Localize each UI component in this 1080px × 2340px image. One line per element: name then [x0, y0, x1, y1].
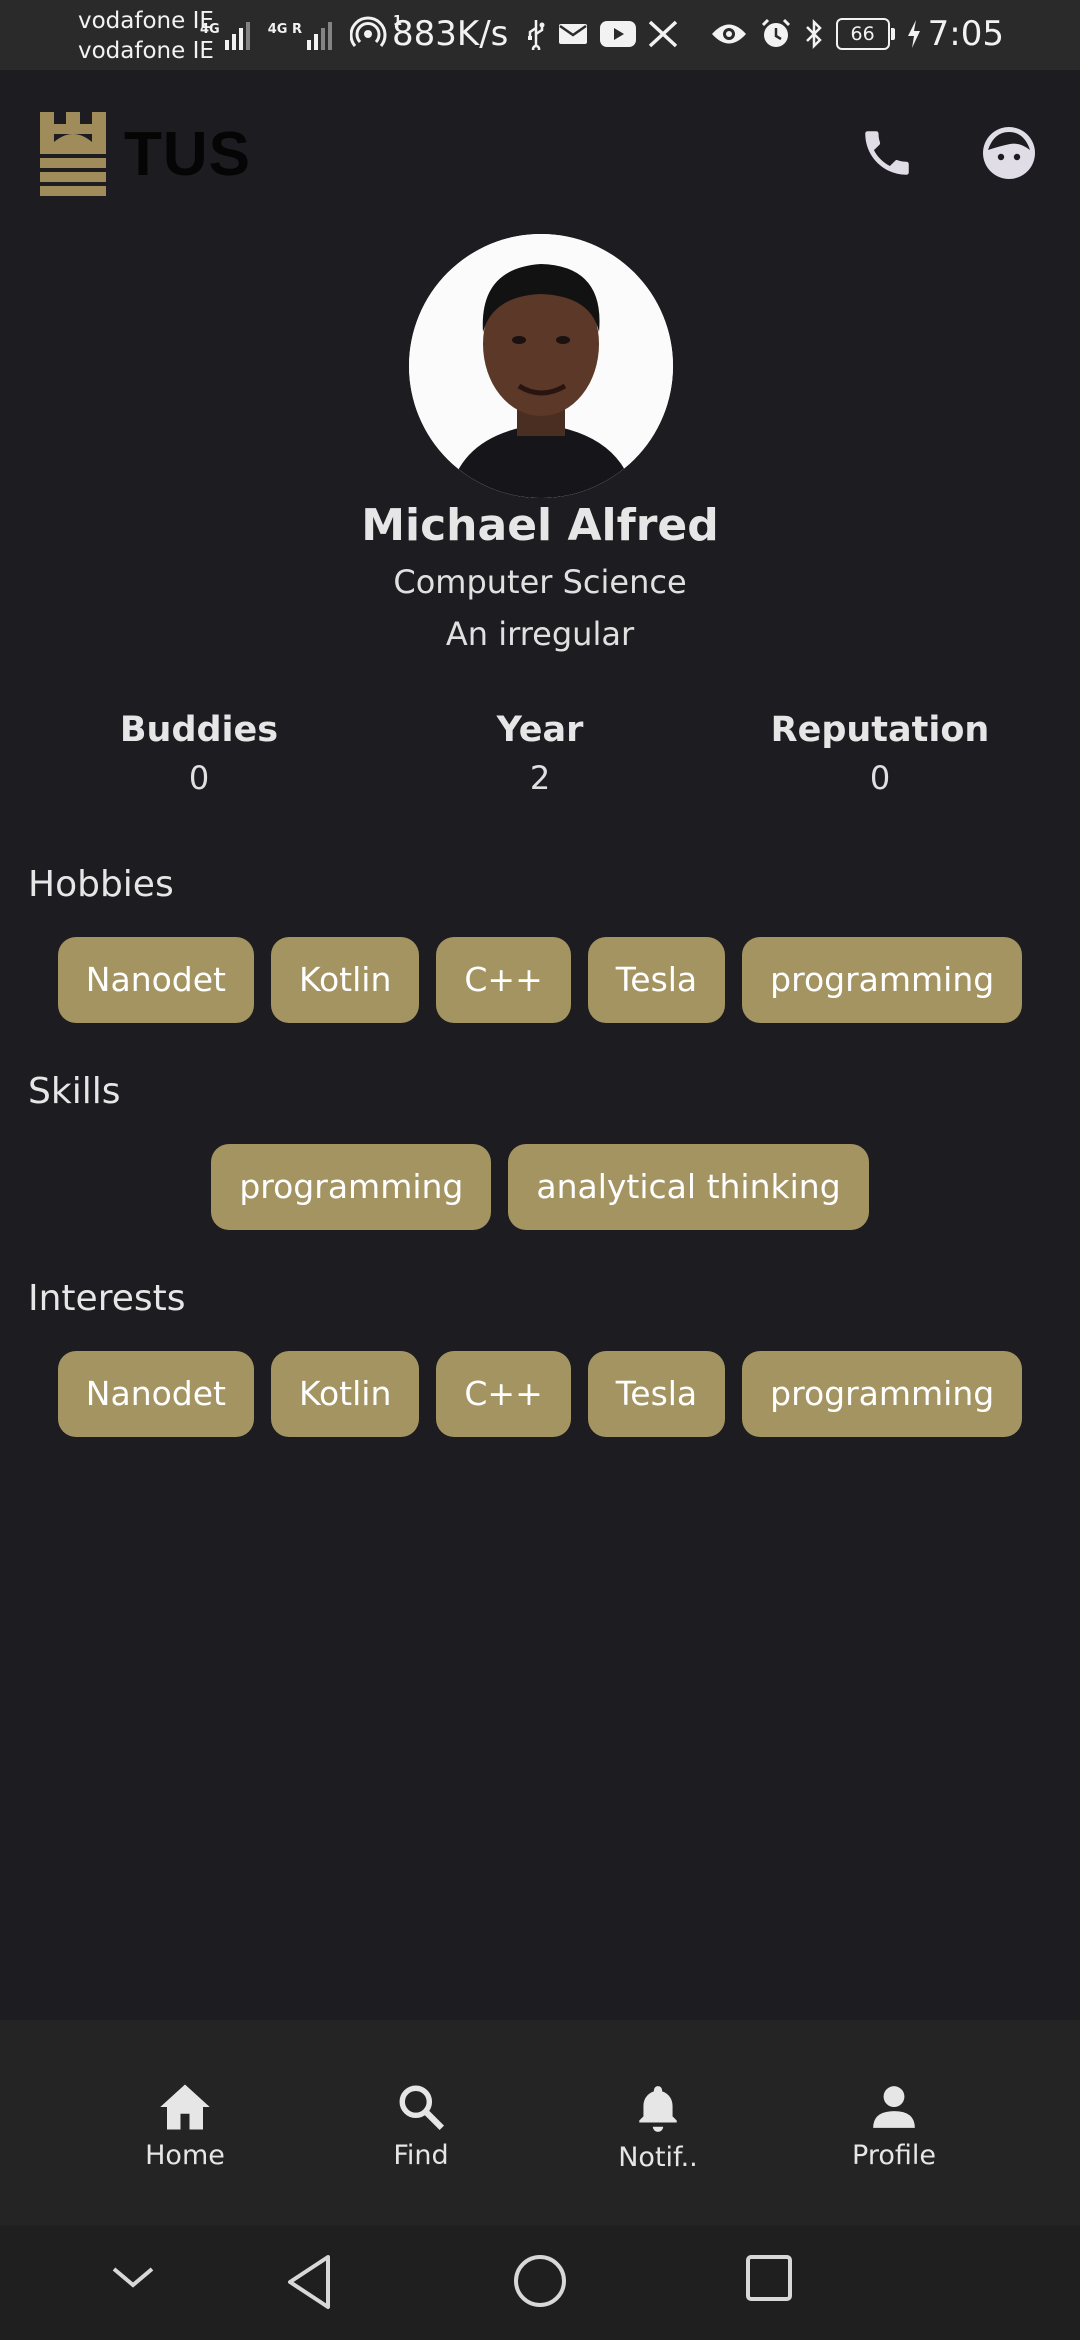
stat-year: Year 2 — [410, 705, 670, 801]
app-header: TUS — [0, 70, 1080, 230]
back-button[interactable] — [284, 2253, 334, 2315]
profile-photo — [409, 234, 673, 498]
stat-label: Reputation — [770, 710, 990, 750]
nav-label: Home — [145, 2140, 225, 2171]
status-bar: vodafone IE vodafone IE 4G 4G R 1 883K/s — [0, 0, 1080, 70]
stat-value: 2 — [529, 759, 551, 797]
interests-chips: Nanodet Kotlin C++ Tesla programming — [0, 1351, 1080, 1437]
hobby-chip[interactable]: programming — [742, 937, 1023, 1023]
stat-buddies: Buddies 0 — [69, 705, 329, 801]
nav-label: Notif.. — [618, 2142, 698, 2173]
bottom-nav: Home Find Notif.. Profile — [0, 2020, 1080, 2225]
hobby-chip[interactable]: Tesla — [587, 937, 726, 1023]
carrier-names: vodafone IE vodafone IE — [78, 6, 214, 66]
nav-profile[interactable]: Profile — [794, 2082, 994, 2171]
carrier-2: vodafone IE — [78, 38, 214, 64]
nav-notifications[interactable]: Notif.. — [558, 2082, 758, 2173]
interest-chip[interactable]: Kotlin — [270, 1351, 420, 1437]
signal-2-icon: 4G R — [268, 22, 332, 50]
stat-value: 0 — [188, 759, 210, 797]
search-icon — [399, 2085, 445, 2131]
signal-1-icon: 4G — [200, 22, 250, 50]
recents-square-icon — [746, 2255, 792, 2301]
network-type-1: 4G — [200, 22, 220, 37]
charging-icon — [906, 19, 922, 49]
skill-chip[interactable]: analytical thinking — [508, 1144, 869, 1230]
profile-course: Computer Science — [393, 563, 687, 601]
tus-logo: TUS — [40, 112, 251, 196]
castle-logo-icon — [40, 112, 106, 196]
avatar-button[interactable] — [980, 124, 1038, 186]
status-icons: 66 7:05 — [526, 14, 1004, 54]
hobby-chip[interactable]: Kotlin — [270, 937, 420, 1023]
hobby-chip[interactable]: C++ — [436, 937, 571, 1023]
interest-chip[interactable]: Tesla — [587, 1351, 726, 1437]
logo-text: TUS — [124, 119, 251, 189]
profile-tagline: An irregular — [445, 615, 635, 653]
network-speed: 883K/s — [392, 14, 509, 54]
bell-icon — [639, 2086, 677, 2132]
nav-label: Profile — [852, 2140, 936, 2171]
face-icon — [983, 127, 1035, 179]
eye-icon — [710, 21, 748, 47]
battery-icon: 66 — [835, 18, 895, 50]
skill-chip[interactable]: programming — [211, 1144, 492, 1230]
phone-icon — [865, 131, 909, 175]
interests-title: Interests — [28, 1278, 186, 1319]
back-triangle-icon — [288, 2255, 330, 2309]
nav-label: Find — [393, 2140, 449, 2171]
home-circle-icon — [514, 2255, 566, 2307]
interest-chip[interactable]: programming — [742, 1351, 1023, 1437]
carrier-1: vodafone IE — [78, 8, 214, 34]
hobbies-title: Hobbies — [28, 864, 174, 905]
recents-button[interactable] — [744, 2253, 794, 2307]
stat-label: Year — [496, 710, 584, 750]
x-icon — [648, 20, 678, 48]
network-type-2: 4G R — [267, 22, 302, 37]
clock: 7:05 — [927, 14, 1004, 54]
stat-reputation: Reputation 0 — [750, 705, 1010, 801]
signal-indicators: 4G 4G R 1 — [200, 14, 404, 50]
person-icon — [873, 2086, 915, 2128]
call-button[interactable] — [858, 124, 916, 186]
collapse-button[interactable] — [110, 2263, 156, 2295]
alarm-icon — [760, 18, 792, 50]
stat-label: Buddies — [119, 710, 279, 750]
hobby-chip[interactable]: Nanodet — [57, 937, 254, 1023]
youtube-icon — [599, 21, 636, 47]
skills-title: Skills — [28, 1071, 121, 1112]
nav-find[interactable]: Find — [321, 2082, 521, 2171]
bluetooth-icon — [804, 18, 824, 50]
home-icon — [160, 2084, 210, 2130]
interest-chip[interactable]: C++ — [436, 1351, 571, 1437]
battery-level: 66 — [850, 23, 875, 45]
skills-chips: programming analytical thinking — [0, 1144, 1080, 1230]
chevron-down-icon — [112, 2267, 154, 2288]
profile-name: Michael Alfred — [361, 500, 719, 551]
interest-chip[interactable]: Nanodet — [57, 1351, 254, 1437]
hobbies-chips: Nanodet Kotlin C++ Tesla programming — [0, 937, 1080, 1023]
mail-icon — [558, 22, 588, 46]
nav-home[interactable]: Home — [85, 2082, 285, 2171]
system-nav — [0, 2225, 1080, 2340]
usb-icon — [526, 18, 546, 50]
home-system-button[interactable] — [512, 2253, 568, 2313]
stat-value: 0 — [869, 759, 891, 797]
